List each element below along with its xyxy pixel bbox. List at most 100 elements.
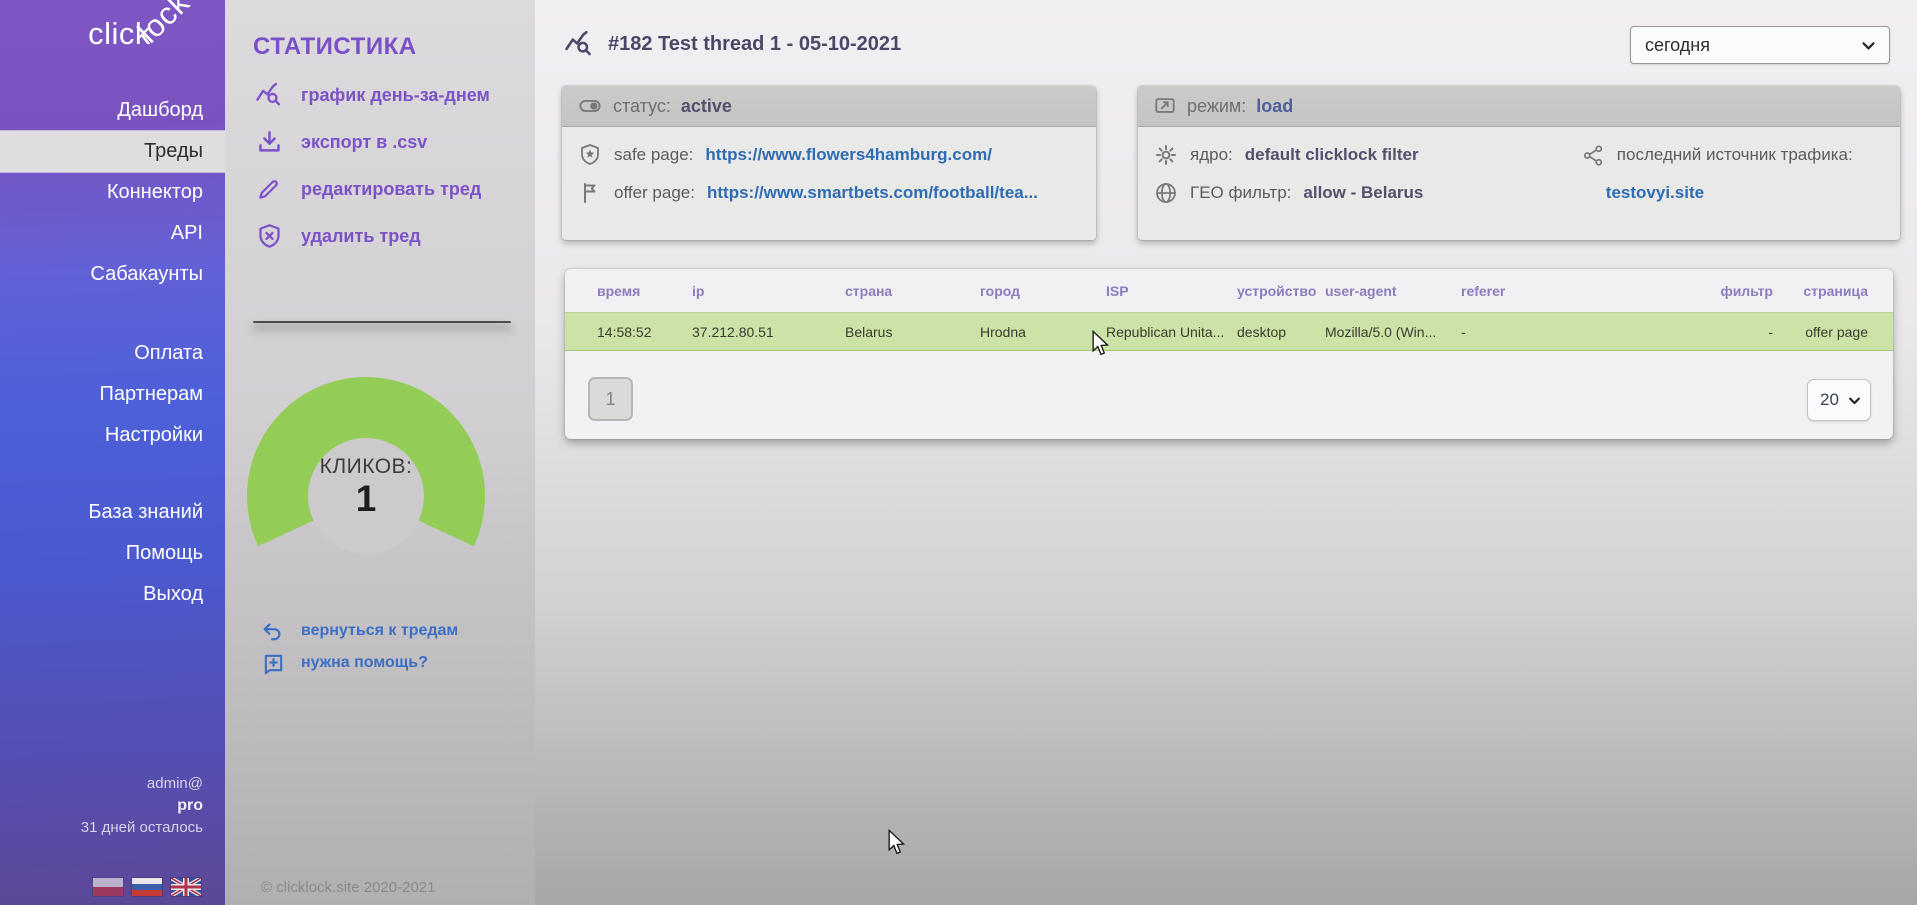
geo-filter-label: ГЕО фильтр:	[1190, 183, 1291, 203]
english-flag-icon[interactable]	[171, 878, 201, 896]
page-size-value: 20	[1820, 390, 1839, 410]
cell-filter: -	[1661, 324, 1773, 340]
statistics-title: СТАТИСТИКА	[253, 33, 417, 61]
globe-icon	[1154, 181, 1178, 205]
link-label: нужна помощь?	[301, 654, 428, 672]
chart-search-icon	[253, 80, 285, 110]
column-header: ip	[692, 283, 845, 299]
status-label: статус:	[613, 96, 671, 117]
sidebar-item-connector[interactable]: Коннектор	[0, 172, 225, 213]
clicks-table-card: время ip страна город ISP устройство use…	[565, 269, 1893, 439]
mode-icon	[1153, 95, 1177, 117]
main-content: #182 Test thread 1 - 05-10-2021 сегодня …	[535, 0, 1917, 905]
need-help-link[interactable]: нужна помощь?	[259, 650, 458, 676]
column-header: страна	[845, 283, 980, 299]
traffic-source-row: последний источник трафика:	[1566, 136, 1900, 174]
column-header: user-agent	[1325, 283, 1461, 299]
sidebar-nav: Дашборд Треды Коннектор API Сабакаунты О…	[0, 90, 225, 615]
table-row: 14:58:52 37.212.80.51 Belarus Hrodna Rep…	[565, 312, 1893, 351]
chart-search-icon	[563, 29, 595, 59]
undo-icon	[259, 620, 287, 642]
sidebar-item-logout[interactable]: Выход	[0, 574, 225, 615]
account-days-left: 31 дней осталось	[81, 817, 203, 839]
cell-country: Belarus	[845, 324, 980, 340]
stats-links: вернуться к тредам нужна помощь?	[259, 618, 458, 682]
statistics-panel: СТАТИСТИКА график день-за-днем экспорт	[225, 0, 535, 905]
account-email: admin@	[81, 773, 203, 795]
download-icon	[253, 127, 285, 157]
status-value: active	[681, 96, 732, 117]
account-plan: pro	[81, 795, 203, 817]
action-export-csv[interactable]: экспорт в .csv	[253, 127, 513, 157]
sidebar-item-help[interactable]: Помощь	[0, 533, 225, 574]
statistics-actions: график день-за-днем экспорт в .csv редак…	[253, 80, 513, 251]
cell-user-agent: Mozilla/5.0 (Win...	[1325, 324, 1461, 340]
action-label: редактировать тред	[301, 179, 481, 200]
share-icon	[1582, 144, 1605, 167]
action-label: график день-за-днем	[301, 85, 490, 106]
geo-filter-value: allow - Belarus	[1303, 183, 1423, 203]
sidebar-item-api[interactable]: API	[0, 213, 225, 254]
action-edit-thread[interactable]: редактировать тред	[253, 174, 513, 204]
clicks-gauge: КЛИКОВ: 1	[247, 377, 485, 615]
help-plus-icon	[259, 652, 287, 675]
sidebar-item-threads[interactable]: Треды	[0, 131, 225, 172]
mode-label: режим:	[1187, 96, 1246, 117]
app-logo[interactable]: click lock	[88, 16, 209, 52]
sidebar-item-partners[interactable]: Партнерам	[0, 374, 225, 415]
mouse-cursor	[886, 829, 906, 860]
page-size-select[interactable]: 20	[1807, 379, 1871, 421]
status-card-header: статус: active	[562, 86, 1096, 127]
gauge-value: 1	[247, 479, 485, 519]
thread-title: #182 Test thread 1 - 05-10-2021	[608, 33, 901, 56]
chevron-down-icon	[1847, 393, 1862, 408]
flag-icon	[578, 181, 602, 205]
cell-city: Hrodna	[980, 324, 1106, 340]
mode-card: режим: load ядро: default clicklock filt…	[1138, 86, 1900, 240]
language-switcher	[93, 878, 201, 896]
pencil-icon	[253, 174, 285, 204]
cell-referer: -	[1461, 324, 1661, 340]
action-label: экспорт в .csv	[301, 132, 427, 153]
sidebar-item-knowledge-base[interactable]: База знаний	[0, 492, 225, 533]
cell-ip: 37.212.80.51	[692, 324, 845, 340]
column-header: ISP	[1106, 283, 1237, 299]
traffic-source-label: последний источник трафика:	[1617, 145, 1853, 165]
thread-header: #182 Test thread 1 - 05-10-2021	[563, 29, 901, 59]
shield-star-icon	[578, 143, 602, 167]
sidebar-item-subaccounts[interactable]: Сабакаунты	[0, 254, 225, 295]
mode-card-header: режим: load	[1138, 86, 1900, 127]
pagination-page-1-button[interactable]: 1	[588, 377, 633, 421]
column-header: время	[597, 283, 692, 299]
traffic-source-value[interactable]: testovyi.site	[1606, 183, 1704, 203]
mode-value: load	[1256, 96, 1293, 117]
column-header: фильтр	[1661, 283, 1773, 299]
column-header: устройство	[1237, 283, 1325, 299]
cell-time: 14:58:52	[597, 324, 692, 340]
cell-device: desktop	[1237, 324, 1325, 340]
gauge-label: КЛИКОВ:	[247, 455, 485, 479]
sidebar-item-settings[interactable]: Настройки	[0, 415, 225, 456]
column-header: страница	[1773, 283, 1868, 299]
sidebar: click lock Дашборд Треды Коннектор API С…	[0, 0, 225, 905]
sidebar-item-payment[interactable]: Оплата	[0, 333, 225, 374]
table-header-row: время ip страна город ISP устройство use…	[565, 269, 1893, 312]
chevron-down-icon	[1860, 37, 1877, 54]
back-to-threads-link[interactable]: вернуться к тредам	[259, 618, 458, 644]
account-info: admin@ pro 31 дней осталось	[81, 773, 203, 839]
russian-flag-icon[interactable]	[132, 878, 162, 896]
polish-flag-icon[interactable]	[93, 878, 123, 896]
date-filter-value: сегодня	[1645, 35, 1710, 56]
action-delete-thread[interactable]: удалить тред	[253, 221, 513, 251]
date-filter-select[interactable]: сегодня	[1630, 26, 1890, 64]
copyright-footer: © clicklock.site 2020-2021	[261, 879, 435, 896]
sidebar-item-dashboard[interactable]: Дашборд	[0, 90, 225, 131]
gear-icon	[1154, 143, 1178, 167]
safe-page-url[interactable]: https://www.flowers4hamburg.com/	[705, 145, 992, 165]
action-daily-chart[interactable]: график день-за-днем	[253, 80, 513, 110]
offer-page-url[interactable]: https://www.smartbets.com/football/tea..…	[707, 183, 1038, 203]
action-label: удалить тред	[301, 226, 421, 247]
stats-divider	[253, 321, 511, 323]
status-card: статус: active safe page: https://www.fl…	[562, 86, 1096, 240]
cell-isp: Republican Unita...	[1106, 324, 1237, 340]
